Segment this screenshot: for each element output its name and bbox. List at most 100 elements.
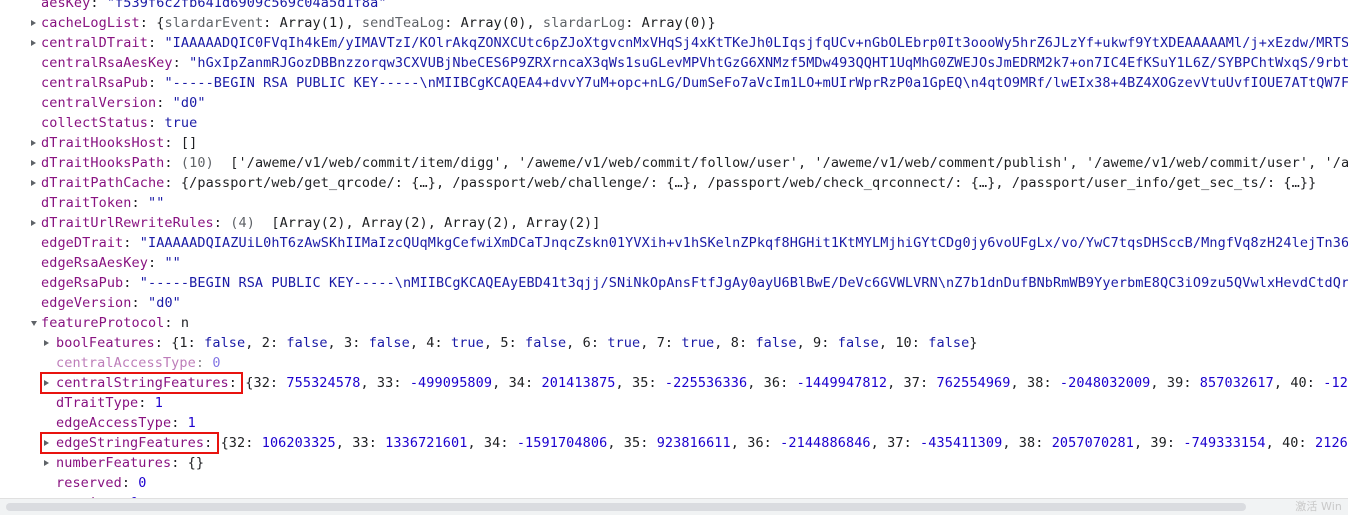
property-value-part: , 34:: [467, 435, 517, 451]
property-value-part: : Array(0),: [444, 15, 543, 31]
property-row-edgeAccessType: edgeAccessType: 1: [0, 413, 1348, 433]
property-key: edgeRsaAesKey: [41, 255, 148, 271]
property-value-part: (10): [180, 155, 231, 171]
property-value-part: {32:: [245, 375, 287, 391]
property-value-part: , 2:: [245, 335, 287, 351]
key-separator: :: [164, 315, 181, 331]
property-row-cacheLogList[interactable]: cacheLogList: {slardarEvent: Array(1), s…: [0, 13, 1348, 33]
property-value-part: 201413875: [541, 375, 616, 391]
property-value-part: -2048032009: [1059, 375, 1151, 391]
property-value-part: true: [607, 335, 641, 351]
key-separator: :: [164, 175, 181, 191]
property-value-part: {32:: [220, 435, 262, 451]
expand-triangle-right-icon[interactable]: [44, 340, 49, 346]
property-row-dTraitPathCache[interactable]: dTraitPathCache: {/passport/web/get_qrco…: [0, 173, 1348, 193]
property-value-part: 106203325: [261, 435, 336, 451]
expand-triangle-right-icon[interactable]: [44, 380, 49, 386]
property-row-centralRsaPub: centralRsaPub: "-----BEGIN RSA PUBLIC KE…: [0, 73, 1348, 93]
property-value-part: : Array(1),: [263, 15, 362, 31]
property-key: centralDTrait: [41, 35, 148, 51]
property-row-featureProtocol[interactable]: featureProtocol: n: [0, 313, 1348, 333]
property-key: edgeStringFeatures: [56, 435, 205, 451]
property-key: dTraitHooksPath: [41, 155, 165, 171]
property-key: dTraitPathCache: [41, 175, 165, 191]
property-row-edgeDTrait: edgeDTrait: "IAAAAADQIAZUiL0hT6zAwSKhIIM…: [0, 233, 1348, 253]
property-row-centralDTrait[interactable]: centralDTrait: "IAAAAADQIC0FVqIh4kEm/yIM…: [0, 33, 1348, 53]
property-value-part: false: [928, 335, 970, 351]
property-key: dTraitUrlRewriteRules: [41, 215, 214, 231]
key-separator: :: [147, 255, 165, 271]
property-value-part: "": [147, 195, 165, 211]
property-value-part: slardarLog: [542, 15, 626, 31]
property-value-part: "IAAAAADQIC0FVqIh4kEm/yIMAVTzI/KOlrAkqZO…: [164, 35, 1348, 51]
property-row-dTraitHooksHost[interactable]: dTraitHooksHost: []: [0, 133, 1348, 153]
property-key: dTraitHooksHost: [41, 135, 165, 151]
expand-triangle-right-icon[interactable]: [31, 180, 36, 186]
property-value-part: false: [368, 335, 410, 351]
horizontal-scrollbar[interactable]: [0, 498, 1348, 515]
property-row-reserved: reserved: 0: [0, 473, 1348, 493]
property-row-aesKey: aesKey: "f539f6c2fb641d6909c569c04a5d1f8…: [0, 0, 1348, 13]
object-property-tree: aesKey: "f539f6c2fb641d6909c569c04a5d1f8…: [0, 0, 1348, 513]
expand-triangle-right-icon[interactable]: [31, 220, 36, 226]
property-value-part: {/passport/web/get_qrcode/: {…}, /passpo…: [180, 175, 1317, 191]
property-row-dTraitUrlRewriteRules[interactable]: dTraitUrlRewriteRules: (4) [Array(2), Ar…: [0, 213, 1348, 233]
property-key: centralStringFeatures: [56, 375, 229, 391]
property-value-part: slardarEvent: [164, 15, 264, 31]
property-key: cacheLogList: [41, 15, 140, 31]
property-value-part: -225536336: [664, 375, 748, 391]
property-row-edgeStringFeatures[interactable]: edgeStringFeatures: {32: 106203325, 33: …: [0, 432, 1348, 454]
expand-triangle-down-icon[interactable]: [31, 321, 37, 326]
property-row-centralVersion: centralVersion: "d0": [0, 93, 1348, 113]
property-value-part: , 35:: [615, 375, 665, 391]
property-value-part: "d0": [172, 95, 206, 111]
property-value-part: , 40:: [1273, 375, 1324, 391]
property-value-part: , 6:: [566, 335, 608, 351]
key-separator: :: [123, 235, 140, 251]
expand-triangle-right-icon[interactable]: [31, 140, 36, 146]
key-separator: :: [121, 475, 139, 491]
key-separator: :: [147, 35, 165, 51]
expand-triangle-right-icon[interactable]: [44, 440, 49, 446]
property-value-part: false: [525, 335, 567, 351]
property-key: dTraitToken: [41, 195, 132, 211]
property-key: centralVersion: [41, 95, 157, 111]
key-separator: :: [156, 95, 173, 111]
property-value-part: 212646: [1315, 435, 1348, 451]
property-value-part: , 10:: [878, 335, 929, 351]
property-row-centralStringFeatures[interactable]: centralStringFeatures: {32: 755324578, 3…: [0, 372, 1348, 394]
property-value-part: 923816611: [656, 435, 731, 451]
property-row-dTraitHooksPath[interactable]: dTraitHooksPath: (10) ['/aweme/v1/web/co…: [0, 153, 1348, 173]
key-separator: :: [90, 0, 107, 11]
property-value-part: 1336721601: [385, 435, 468, 451]
property-value-part: }: [969, 335, 978, 351]
property-row-edgeVersion: edgeVersion: "d0": [0, 293, 1348, 313]
key-separator: :: [131, 295, 148, 311]
property-value-part: 1: [154, 395, 163, 411]
property-value-part: -1449947812: [796, 375, 888, 391]
property-value-part: , 7:: [640, 335, 682, 351]
property-key: numberFeatures: [56, 455, 172, 471]
property-value-part: sendTeaLog: [361, 15, 445, 31]
property-row-boolFeatures[interactable]: boolFeatures: {1: false, 2: false, 3: fa…: [0, 333, 1348, 353]
expand-triangle-right-icon[interactable]: [44, 460, 49, 466]
property-row-numberFeatures[interactable]: numberFeatures: {}: [0, 453, 1348, 473]
watermark-text: 激活 Win: [1295, 500, 1342, 513]
expand-triangle-right-icon[interactable]: [31, 20, 36, 26]
expand-triangle-right-icon[interactable]: [31, 40, 36, 46]
key-separator: :: [228, 375, 246, 391]
key-separator: :: [147, 115, 165, 131]
property-value-part: "": [164, 255, 181, 271]
property-value-part: "IAAAAADQIAZUiL0hT6zAwSKhIIMaIzcQUqMkgCe…: [139, 235, 1348, 251]
property-value-part: , 33:: [360, 375, 410, 391]
property-value-part: , 38:: [1010, 375, 1060, 391]
property-value-part: (4): [230, 215, 272, 231]
property-value-part: , 5:: [483, 335, 526, 351]
property-key: edgeAccessType: [56, 415, 172, 431]
expand-triangle-right-icon[interactable]: [31, 160, 36, 166]
property-value-part: "-----BEGIN RSA PUBLIC KEY-----\nMIIBCgK…: [139, 275, 1348, 291]
scrollbar-thumb[interactable]: [6, 503, 1246, 511]
property-row-dTraitToken: dTraitToken: "": [0, 193, 1348, 213]
property-key: dTraitType: [56, 395, 139, 411]
property-value-part: {1:: [171, 335, 205, 351]
